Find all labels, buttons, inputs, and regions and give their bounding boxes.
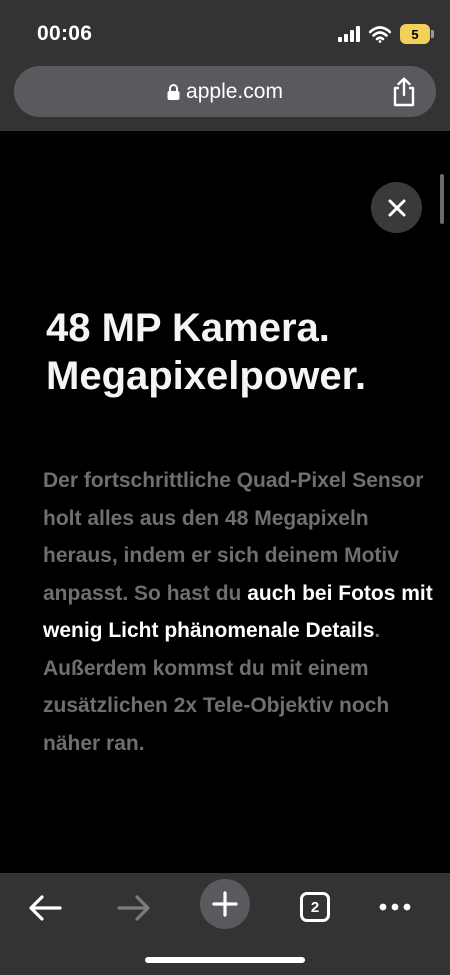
battery-cap <box>431 30 434 38</box>
more-button[interactable] <box>375 889 415 925</box>
url-text: apple.com <box>186 79 283 103</box>
back-arrow-icon <box>29 895 62 921</box>
forward-arrow-icon <box>117 895 150 921</box>
tabs-icon: 2 <box>300 892 330 922</box>
page-headline: 48 MP Kamera. Megapixelpower. <box>46 304 426 400</box>
forward-button[interactable] <box>115 889 153 927</box>
scrollbar[interactable] <box>440 174 444 224</box>
body-paragraph: Der fortschrittliche Quad-Pixel Sensor h… <box>43 462 433 762</box>
close-button[interactable] <box>371 182 422 233</box>
new-tab-circle <box>200 879 250 929</box>
new-tab-button[interactable] <box>200 879 250 929</box>
more-dots-icon <box>379 903 411 911</box>
tab-count: 2 <box>310 898 320 916</box>
plus-icon <box>212 891 238 917</box>
back-button[interactable] <box>26 889 64 927</box>
address-bar[interactable]: apple.com <box>14 66 436 117</box>
battery-indicator: 5 <box>400 24 434 44</box>
tabs-button[interactable]: 2 <box>297 889 333 925</box>
share-icon[interactable] <box>390 77 418 107</box>
status-icons: 5 <box>338 24 434 44</box>
headline-line-2: Megapixelpower. <box>46 354 367 398</box>
status-time: 00:06 <box>37 22 93 45</box>
battery-level: 5 <box>411 26 419 42</box>
cellular-signal-icon <box>338 26 360 42</box>
lock-icon <box>167 83 180 100</box>
headline-line-1: 48 MP Kamera. <box>46 306 330 350</box>
close-icon <box>388 199 405 216</box>
wifi-icon <box>369 25 391 43</box>
home-indicator[interactable] <box>145 957 305 963</box>
web-content: 48 MP Kamera. Megapixelpower. Der fortsc… <box>0 131 450 873</box>
browser-top-chrome: 00:06 5 apple.com <box>0 0 450 131</box>
address-bar-center: apple.com <box>14 66 436 117</box>
screen: 00:06 5 apple.com 48 MP Kamera. Megapixe… <box>0 0 450 975</box>
